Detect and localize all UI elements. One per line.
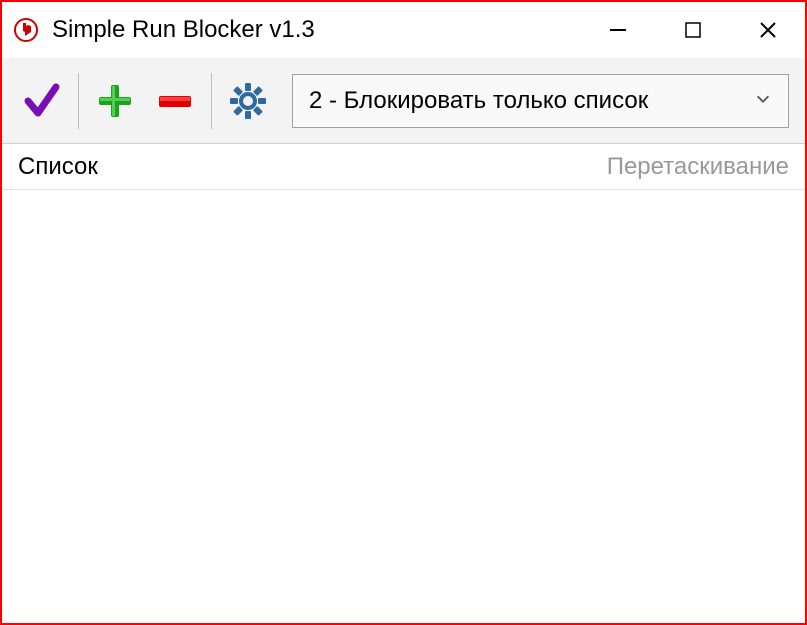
toolbar-divider <box>78 73 79 129</box>
app-window: Simple Run Blocker v1.3 <box>0 0 807 625</box>
remove-button[interactable] <box>151 77 199 125</box>
list-column-header: Список <box>18 153 98 181</box>
list-header: Список Перетаскивание <box>2 144 805 190</box>
list-area[interactable] <box>2 190 805 623</box>
toolbar-divider <box>211 73 212 129</box>
mode-dropdown[interactable]: 2 - Блокировать только список <box>292 74 789 128</box>
chevron-down-icon <box>754 87 772 115</box>
maximize-button[interactable] <box>655 2 730 58</box>
minimize-button[interactable] <box>580 2 655 58</box>
window-title: Simple Run Blocker v1.3 <box>52 16 580 44</box>
mode-dropdown-label: 2 - Блокировать только список <box>309 87 754 115</box>
titlebar: Simple Run Blocker v1.3 <box>2 2 805 58</box>
toolbar: 2 - Блокировать только список <box>2 58 805 144</box>
settings-button[interactable] <box>224 77 272 125</box>
close-button[interactable] <box>730 2 805 58</box>
drag-hint-label: Перетаскивание <box>607 153 789 181</box>
apply-button[interactable] <box>18 77 66 125</box>
app-icon <box>14 18 38 42</box>
add-button[interactable] <box>91 77 139 125</box>
window-controls <box>580 2 805 58</box>
